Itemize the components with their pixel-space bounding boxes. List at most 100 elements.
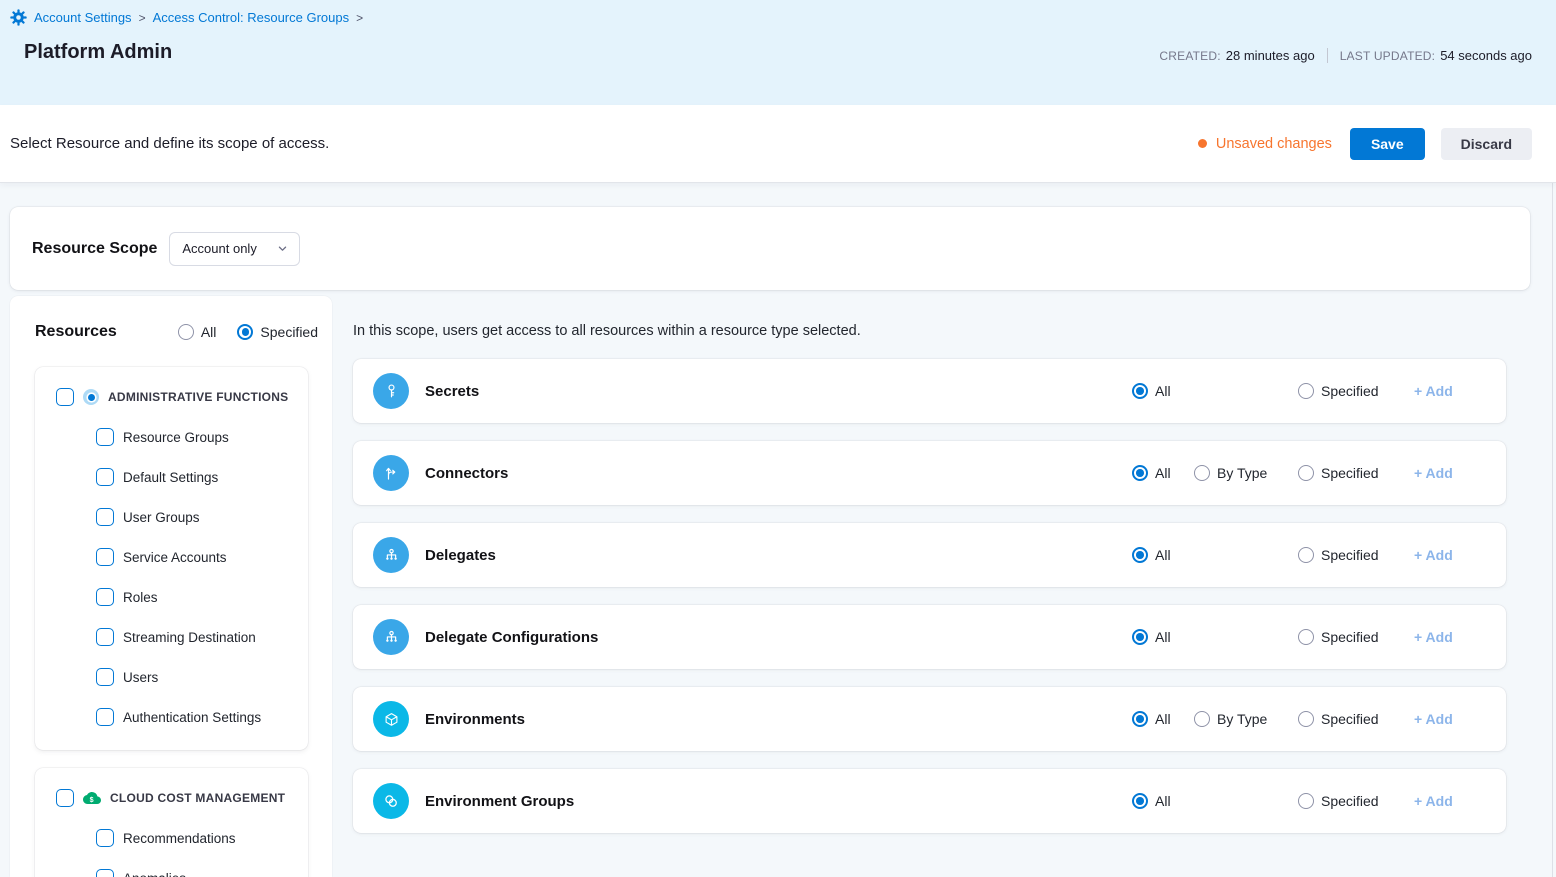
- page-title: Platform Admin: [24, 41, 172, 64]
- radio-all[interactable]: All: [1132, 383, 1194, 399]
- meta-info: CREATED: 28 minutes ago LAST UPDATED: 54…: [1159, 48, 1532, 63]
- radio-specified[interactable]: Specified: [1298, 547, 1414, 563]
- radio-all[interactable]: All: [1132, 629, 1194, 645]
- item-checkbox[interactable]: [96, 628, 114, 646]
- radio-label: All: [1155, 711, 1171, 727]
- radio-label: Specified: [1321, 711, 1379, 727]
- col-by-type: By Type: [1194, 465, 1298, 481]
- scrollbar-track[interactable]: [1552, 105, 1553, 877]
- radio-specified[interactable]: Specified: [1298, 711, 1414, 727]
- radio-all[interactable]: All: [1132, 793, 1194, 809]
- resource-item-row: Anomalies: [56, 858, 308, 877]
- add-button[interactable]: + Add: [1414, 793, 1466, 809]
- radio-all[interactable]: All: [178, 324, 217, 340]
- radio-label: Specified: [1321, 465, 1379, 481]
- resource-group-card: $CLOUD COST MANAGEMENTRecommendationsAno…: [35, 768, 308, 877]
- item-checkbox[interactable]: [96, 588, 114, 606]
- col-specified: Specified: [1298, 383, 1414, 399]
- group-checkbox[interactable]: [56, 789, 74, 807]
- row-controls: All Specified+ Add: [1132, 383, 1466, 399]
- item-label: Service Accounts: [123, 550, 227, 565]
- radio-specified[interactable]: Specified: [1298, 793, 1414, 809]
- group-name: ADMINISTRATIVE FUNCTIONS: [108, 390, 288, 404]
- radio-all[interactable]: All: [1132, 547, 1194, 563]
- radio-selected-icon: [1132, 547, 1148, 563]
- radio-label: Specified: [1321, 793, 1379, 809]
- add-button[interactable]: + Add: [1414, 383, 1466, 399]
- col-all: All: [1132, 547, 1194, 563]
- radio-selected-icon: [237, 324, 253, 340]
- resource-type-row: Environment Groups All Specified + Add: [353, 769, 1506, 833]
- add-button[interactable]: + Add: [1414, 711, 1466, 727]
- radio-icon: [178, 324, 194, 340]
- radio-specified[interactable]: Specified: [1298, 383, 1414, 399]
- meta-divider: [1327, 48, 1328, 63]
- radio-all[interactable]: All: [1132, 711, 1194, 727]
- breadcrumb-account-settings[interactable]: Account Settings: [34, 10, 132, 25]
- row-controls: All By Type Specified + Add: [1132, 711, 1466, 727]
- item-label: Roles: [123, 590, 158, 605]
- radio-label: All: [1155, 383, 1171, 399]
- breadcrumb-separator: >: [356, 11, 363, 25]
- row-controls: All Specified+ Add: [1132, 547, 1466, 563]
- discard-button[interactable]: Discard: [1441, 128, 1532, 160]
- radio-specified[interactable]: Specified: [1298, 629, 1414, 645]
- save-button[interactable]: Save: [1350, 128, 1425, 160]
- page-header: Account Settings > Access Control: Resou…: [0, 0, 1556, 105]
- resource-group-header: $CLOUD COST MANAGEMENT: [56, 782, 308, 814]
- item-checkbox[interactable]: [96, 468, 114, 486]
- item-checkbox[interactable]: [96, 829, 114, 847]
- radio-selected-icon: [1132, 711, 1148, 727]
- resource-item-row: Users: [56, 657, 308, 697]
- item-label: Resource Groups: [123, 430, 229, 445]
- item-label: Anomalies: [123, 871, 186, 877]
- item-checkbox[interactable]: [96, 508, 114, 526]
- created-label: CREATED:: [1159, 49, 1220, 63]
- item-checkbox[interactable]: [96, 548, 114, 566]
- unsaved-changes-status: Unsaved changes: [1198, 136, 1332, 152]
- radio-label: Specified: [1321, 629, 1379, 645]
- radio-by-type[interactable]: By Type: [1194, 711, 1298, 727]
- resource-type-name: Environment Groups: [425, 793, 574, 810]
- org-chart-icon: [373, 537, 409, 573]
- resource-scope-dropdown[interactable]: Account only: [169, 232, 300, 266]
- resource-scope-label: Resource Scope: [32, 240, 157, 258]
- col-specified: Specified: [1298, 629, 1414, 645]
- cube-icon: [373, 701, 409, 737]
- item-checkbox[interactable]: [96, 668, 114, 686]
- add-button[interactable]: + Add: [1414, 547, 1466, 563]
- group-checkbox[interactable]: [56, 388, 74, 406]
- breadcrumb-access-control-resource-groups[interactable]: Access Control: Resource Groups: [153, 10, 350, 25]
- radio-specified[interactable]: Specified: [1298, 465, 1414, 481]
- radio-icon: [1194, 465, 1210, 481]
- item-checkbox[interactable]: [96, 428, 114, 446]
- radio-label: By Type: [1217, 711, 1267, 727]
- resource-scope-selected-value: Account only: [182, 241, 256, 256]
- item-checkbox[interactable]: [96, 708, 114, 726]
- radio-label: By Type: [1217, 465, 1267, 481]
- resource-item-row: Roles: [56, 577, 308, 617]
- resource-group-header: ADMINISTRATIVE FUNCTIONS: [56, 381, 308, 413]
- radio-icon: [1194, 711, 1210, 727]
- resource-type-name: Connectors: [425, 465, 508, 482]
- radio-by-type[interactable]: By Type: [1194, 465, 1298, 481]
- item-label: Authentication Settings: [123, 710, 261, 725]
- item-label: Users: [123, 670, 158, 685]
- col-specified: Specified: [1298, 465, 1414, 481]
- add-button[interactable]: + Add: [1414, 629, 1466, 645]
- last-updated-label: LAST UPDATED:: [1340, 49, 1436, 63]
- radio-specified[interactable]: Specified: [237, 324, 318, 340]
- resource-scope-card: Resource Scope Account only: [10, 207, 1530, 290]
- radio-icon: [1298, 547, 1314, 563]
- add-button[interactable]: + Add: [1414, 465, 1466, 481]
- resource-type-row: SecretsAllSpecified+ Add: [353, 359, 1506, 423]
- radio-all[interactable]: All: [1132, 465, 1194, 481]
- breadcrumb-separator: >: [139, 11, 146, 25]
- item-checkbox[interactable]: [96, 869, 114, 877]
- key-icon: [373, 373, 409, 409]
- resource-type-name: Delegates: [425, 547, 496, 564]
- resource-type-row: Delegates All Specified+ Add: [353, 523, 1506, 587]
- resource-type-row: Delegate ConfigurationsAllSpecified+ Add: [353, 605, 1506, 669]
- dot: [88, 394, 95, 401]
- col-all: All: [1132, 465, 1194, 481]
